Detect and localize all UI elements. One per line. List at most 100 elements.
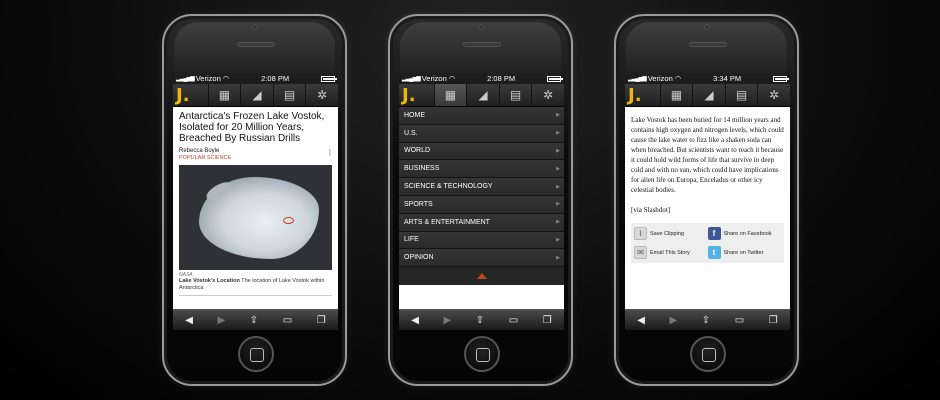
settings-icon[interactable]: ✲ <box>531 84 564 106</box>
sections-icon[interactable]: ▦ <box>207 84 241 106</box>
pages-icon[interactable]: ❐ <box>769 315 778 326</box>
menu-item-us[interactable]: U.S. ▶ <box>399 124 564 143</box>
home-button[interactable] <box>690 336 726 372</box>
email-story-button[interactable]: ✉ Email This Story <box>634 246 708 259</box>
app-tab-bar: J. ▦ ◢ ▤ ✲ <box>399 84 564 107</box>
settings-icon[interactable]: ✲ <box>757 84 790 106</box>
home-button[interactable] <box>464 336 500 372</box>
menu-label: U.S. <box>404 129 418 137</box>
back-icon[interactable]: ◀ <box>185 315 193 326</box>
chevron-right-icon: ▶ <box>556 219 560 226</box>
via-credit[interactable]: [via Slashdot] <box>631 205 784 215</box>
back-icon[interactable]: ◀ <box>637 315 645 326</box>
share-icon[interactable]: ⇪ <box>702 315 710 326</box>
status-bar: ▂▃▄▅▆ Verizon ◠ 2:08 PM <box>399 73 564 84</box>
chevron-right-icon: ▶ <box>556 201 560 208</box>
collapse-menu-button[interactable] <box>399 267 564 286</box>
carrier: Verizon <box>647 74 673 83</box>
share-twitter-button[interactable]: t Share on Twitter <box>707 246 782 259</box>
phone-article: ▂▃▄▅▆ Verizon ◠ 2:08 PM J. ▦ ◢ ▤ ✲ Antarct… <box>162 14 347 386</box>
antarctica-map-image[interactable] <box>179 165 332 270</box>
library-icon[interactable]: ▤ <box>724 84 758 106</box>
sections-icon[interactable]: ▦ <box>433 84 467 106</box>
menu-label: SPORTS <box>404 200 433 208</box>
browser-toolbar: ◀ ▶ ⇪ ▭ ❐ <box>173 309 338 330</box>
forward-icon[interactable]: ▶ <box>670 315 678 326</box>
forward-icon[interactable]: ▶ <box>218 315 226 326</box>
app-logo[interactable]: J. <box>173 84 208 106</box>
carrier: Verizon <box>421 74 447 83</box>
source-label[interactable]: POPULAR SCIENCE <box>179 155 231 161</box>
paperclip-icon: ⌇ <box>634 227 647 240</box>
library-icon[interactable]: ▤ <box>272 84 306 106</box>
chevron-right-icon: ▶ <box>556 254 560 261</box>
author[interactable]: Rebecca Boyle <box>179 148 231 154</box>
menu-item-arts[interactable]: ARTS & ENTERTAINMENT ▶ <box>399 213 564 232</box>
cannon-icon[interactable]: ◢ <box>466 84 499 106</box>
phone-menu: ▂▃▄▅▆ Verizon ◠ 2:08 PM J. ▦ ◢ ▤ ✲ HOME ▶ U… <box>388 14 573 386</box>
menu-item-opinion[interactable]: OPINION ▶ <box>399 249 564 268</box>
collapse-arrow-icon <box>476 273 487 280</box>
library-icon[interactable]: ▤ <box>498 84 532 106</box>
save-clipping-button[interactable]: ⌇ Save Clipping <box>634 227 708 240</box>
app-logo[interactable]: J. <box>625 84 660 106</box>
chevron-right-icon: ▶ <box>556 130 560 137</box>
menu-label: OPINION <box>404 254 434 262</box>
twitter-icon: t <box>707 246 721 259</box>
phone-article-share: ▂▃▄▅▆ Verizon ◠ 3:34 PM J. ▦ ◢ ▤ ✲ Lake Vo… <box>614 14 799 386</box>
cannon-icon[interactable]: ◢ <box>240 84 273 106</box>
settings-icon[interactable]: ✲ <box>305 84 338 106</box>
wifi-icon: ◠ <box>448 74 456 83</box>
app-tab-bar: J. ▦ ◢ ▤ ✲ <box>173 84 338 107</box>
chevron-right-icon: ▶ <box>556 147 560 154</box>
battery-icon <box>320 75 337 82</box>
menu-item-science[interactable]: SCIENCE & TECHNOLOGY ▶ <box>399 178 564 196</box>
home-button[interactable] <box>238 336 274 372</box>
speaker <box>689 42 727 47</box>
camera <box>478 24 484 30</box>
menu-item-sports[interactable]: SPORTS ▶ <box>399 195 564 214</box>
bookmarks-icon[interactable]: ▭ <box>735 315 744 326</box>
share-icon[interactable]: ⇪ <box>476 315 484 326</box>
paperclip-icon[interactable]: ⌇ <box>328 148 332 159</box>
pages-icon[interactable]: ❐ <box>317 315 326 326</box>
app-logo[interactable]: J. <box>399 84 434 106</box>
share-icon[interactable]: ⇪ <box>250 315 258 326</box>
screen: ▂▃▄▅▆ Verizon ◠ 2:08 PM J. ▦ ◢ ▤ ✲ HOME ▶ U… <box>399 73 564 330</box>
share-panel: ⌇ Save Clipping f Share on Facebook ✉ Em… <box>631 223 784 263</box>
bookmarks-icon[interactable]: ▭ <box>509 315 518 326</box>
signal-icon: ▂▃▄▅▆ <box>628 76 647 82</box>
clock: 2:08 PM <box>261 74 290 83</box>
browser-toolbar: ◀ ▶ ⇪ ▭ ❐ <box>399 309 564 330</box>
menu-item-home[interactable]: HOME ▶ <box>399 107 564 125</box>
menu-item-business[interactable]: BUSINESS ▶ <box>399 160 564 179</box>
facebook-icon: f <box>707 227 721 240</box>
speaker <box>463 42 501 47</box>
battery-icon <box>772 75 789 82</box>
menu-label: ARTS & ENTERTAINMENT <box>404 218 490 226</box>
status-bar: ▂▃▄▅▆ Verizon ◠ 2:08 PM <box>173 73 338 84</box>
back-icon[interactable]: ◀ <box>411 315 419 326</box>
menu-label: LIFE <box>404 236 419 244</box>
screen: ▂▃▄▅▆ Verizon ◠ 3:34 PM J. ▦ ◢ ▤ ✲ Lake Vo… <box>625 73 790 330</box>
image-caption: Lake Vostok's Location The location of L… <box>179 278 332 292</box>
article-body: Lake Vostok has been buried for 14 milli… <box>625 107 790 215</box>
chevron-right-icon: ▶ <box>556 183 560 190</box>
article-headline: Antarctica's Frozen Lake Vostok, Isolate… <box>179 111 325 144</box>
bookmarks-icon[interactable]: ▭ <box>283 315 292 326</box>
browser-toolbar: ◀ ▶ ⇪ ▭ ❐ <box>625 309 790 330</box>
menu-item-world[interactable]: WORLD ▶ <box>399 142 564 161</box>
menu-item-life[interactable]: LIFE ▶ <box>399 231 564 250</box>
clock: 3:34 PM <box>713 74 742 83</box>
share-facebook-button[interactable]: f Share on Facebook <box>707 227 782 240</box>
chevron-right-icon: ▶ <box>556 112 560 119</box>
section-menu: HOME ▶ U.S. ▶ WORLD ▶ BUSINESS ▶ SCIENCE & T… <box>399 107 564 286</box>
cannon-icon[interactable]: ◢ <box>692 84 725 106</box>
sections-icon[interactable]: ▦ <box>659 84 693 106</box>
forward-icon[interactable]: ▶ <box>444 315 452 326</box>
pages-icon[interactable]: ❐ <box>543 315 552 326</box>
menu-label: WORLD <box>404 147 431 155</box>
menu-label: HOME <box>404 111 425 119</box>
lake-marker <box>283 217 294 224</box>
battery-icon <box>546 75 563 82</box>
